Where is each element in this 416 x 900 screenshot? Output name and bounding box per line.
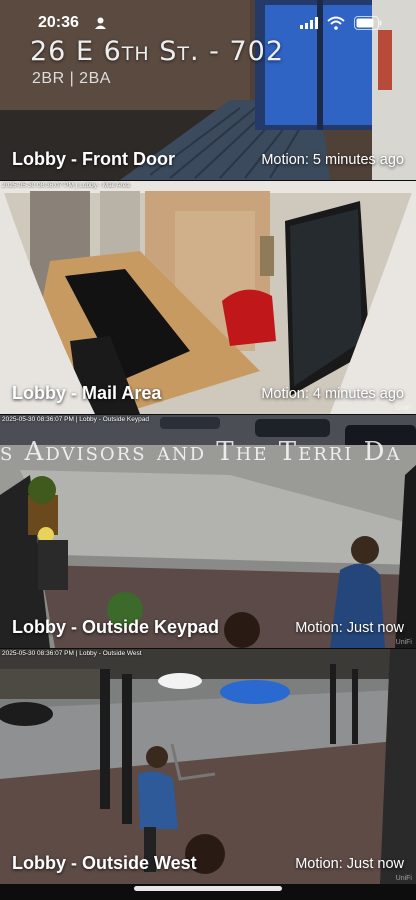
status-time: 20:36 <box>38 14 79 31</box>
camera-brand-watermark: UniFi <box>395 639 412 646</box>
property-address: 26 E 6th St. - 702 <box>30 36 285 67</box>
property-details: 2BR | 2BA <box>32 70 111 87</box>
camera-feed-outside-west <box>0 649 416 884</box>
motion-status: Motion: 5 minutes ago <box>261 152 404 168</box>
camera-timestamp: 2025-05-30 08:36:07 PM | Lobby - Mail Ar… <box>2 182 130 189</box>
camera-brand-watermark: UniFi <box>395 875 412 882</box>
home-indicator[interactable] <box>134 886 282 891</box>
camera-name: Lobby - Mail Area <box>12 383 162 403</box>
camera-feed-mail-area <box>0 181 416 414</box>
motion-status: Motion: Just now <box>295 856 404 872</box>
motion-status: Motion: 4 minutes ago <box>261 386 404 402</box>
camera-timestamp: 2025-05-30 08:36:07 PM | Lobby - Outside… <box>2 416 149 423</box>
camera-timestamp: 2025-05-30 08:36:07 PM | Lobby - Outside… <box>2 650 142 657</box>
signal-icon <box>300 17 318 29</box>
camera-tile-outside-west[interactable]: 2025-05-30 08:36:07 PM | Lobby - Outside… <box>0 649 416 884</box>
person-icon <box>95 17 106 29</box>
camera-brand-watermark: UniFi <box>395 405 412 412</box>
wifi-icon <box>327 16 345 30</box>
camera-tile-mail-area[interactable]: 2025-05-30 08:36:07 PM | Lobby - Mail Ar… <box>0 181 416 414</box>
camera-tile-front-door[interactable]: 20:36 26 E 6th St. - 702 2BR | 2BA Lobby… <box>0 0 416 180</box>
status-bar: 20:36 <box>0 14 416 34</box>
battery-icon <box>354 16 382 30</box>
camera-name: Lobby - Outside West <box>12 853 197 873</box>
motion-status: Motion: Just now <box>295 620 404 636</box>
camera-name: Lobby - Outside Keypad <box>12 617 220 637</box>
scene-signage-text: s Advisors and The Terri Da <box>0 437 402 467</box>
camera-tile-outside-keypad[interactable]: s Advisors and The Terri Da 2025-05-30 0… <box>0 415 416 648</box>
camera-name: Lobby - Front Door <box>12 149 175 169</box>
